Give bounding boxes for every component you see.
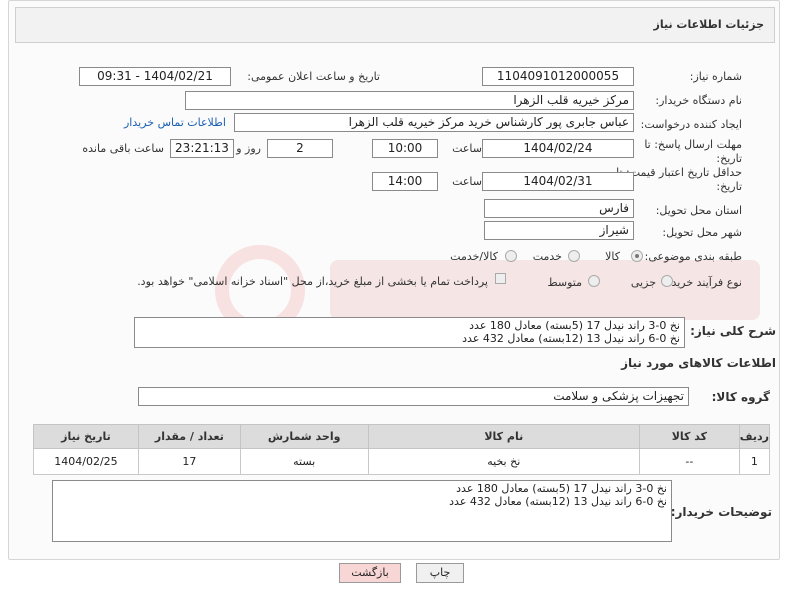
category-option-goods-service: کالا/خدمت — [450, 250, 498, 263]
process-option-minor: جزیی — [630, 276, 656, 289]
need-number-field: 1104091012000055 — [482, 67, 634, 86]
remaining-label: ساعت باقی مانده — [82, 142, 164, 155]
validity-time-label: ساعت — [452, 175, 482, 188]
province-field: فارس — [484, 199, 634, 218]
process-radio-minor[interactable] — [661, 275, 673, 287]
cell-row-number: 1 — [738, 448, 771, 475]
buyer-notes-textarea[interactable]: نخ 0-3 راند نیدل 17 (5بسته) معادل 180 عد… — [52, 480, 672, 542]
validity-date-field: 1404/02/31 — [482, 172, 634, 191]
category-label: طبقه بندی موضوعی: — [644, 250, 742, 263]
city-label: شهر محل تحویل: — [662, 226, 742, 239]
cell-item-code: -- — [638, 448, 740, 475]
buyer-notes-label: توضیحات خریدار: — [670, 505, 772, 519]
days-label: روز و — [236, 142, 261, 155]
cell-need-date: 1404/02/25 — [33, 448, 139, 475]
items-table: ردیف کد کالا نام کالا واحد شمارش تعداد /… — [33, 424, 771, 475]
table-row: 1 -- نخ بخیه بسته 17 1404/02/25 — [33, 448, 771, 475]
category-radio-goods-service[interactable] — [505, 250, 517, 262]
description-textarea[interactable]: نخ 0-3 راند نیدل 17 (5بسته) معادل 180 عد… — [134, 317, 685, 348]
category-radio-goods[interactable] — [631, 250, 643, 262]
cell-item-name: نخ بخیه — [367, 448, 640, 475]
category-radio-service[interactable] — [568, 250, 580, 262]
province-label: استان محل تحویل: — [655, 204, 742, 217]
creator-field: عباس جابری پور کارشناس خرید مرکز خیریه ق… — [234, 113, 634, 132]
creator-label: ایجاد کننده درخواست: — [640, 118, 742, 131]
back-button[interactable]: بازگشت — [339, 563, 401, 583]
page-header: جزئیات اطلاعات نیاز — [15, 7, 775, 43]
process-radio-medium[interactable] — [588, 275, 600, 287]
validity-time-field: 14:00 — [372, 172, 438, 191]
col-row-number: ردیف — [738, 424, 771, 449]
cell-unit: بسته — [239, 448, 369, 475]
goods-group-label: گروه کالا: — [711, 390, 770, 404]
buyer-org-field: مرکز خیریه قلب الزهرا — [185, 91, 634, 110]
need-number-label: شماره نیاز: — [689, 70, 742, 83]
process-option-medium: متوسط — [547, 276, 582, 289]
col-need-date: تاریخ نیاز — [33, 424, 139, 449]
treasury-checkbox[interactable] — [495, 273, 506, 284]
category-option-service: خدمت — [532, 250, 562, 263]
announce-datetime-field: 1404/02/21 - 09:31 — [79, 67, 231, 86]
deadline-label: مهلت ارسال پاسخ: تا تاریخ: — [644, 138, 742, 165]
buyer-org-label: نام دستگاه خریدار: — [655, 94, 742, 107]
process-label: نوع فرآیند خرید : — [664, 276, 742, 289]
col-item-code: کد کالا — [638, 424, 740, 449]
deadline-time-field: 10:00 — [372, 139, 438, 158]
col-item-name: نام کالا — [367, 424, 640, 449]
category-option-goods: کالا — [605, 250, 620, 263]
remaining-time-field: 23:21:13 — [170, 139, 234, 158]
treasury-note: پرداخت تمام یا بخشی از مبلغ خرید،از محل … — [137, 275, 488, 288]
page-title: جزئیات اطلاعات نیاز — [653, 18, 765, 31]
print-button[interactable]: چاپ — [416, 563, 464, 583]
days-remaining-field: 2 — [267, 139, 333, 158]
deadline-time-label: ساعت — [452, 142, 482, 155]
description-label: شرح کلی نیاز: — [690, 324, 776, 338]
table-header-row: ردیف کد کالا نام کالا واحد شمارش تعداد /… — [33, 424, 771, 449]
city-field: شیراز — [484, 221, 634, 240]
col-quantity: تعداد / مقدار — [137, 424, 241, 449]
deadline-date-field: 1404/02/24 — [482, 139, 634, 158]
announce-label: تاریخ و ساعت اعلان عمومی: — [247, 70, 380, 83]
goods-info-title: اطلاعات کالاهای مورد نیاز — [621, 356, 776, 370]
cell-quantity: 17 — [137, 448, 241, 475]
contact-info-link[interactable]: اطلاعات تماس خریدار — [124, 116, 226, 129]
goods-group-field: تجهیزات پزشکی و سلامت — [138, 387, 689, 406]
col-unit: واحد شمارش — [239, 424, 369, 449]
